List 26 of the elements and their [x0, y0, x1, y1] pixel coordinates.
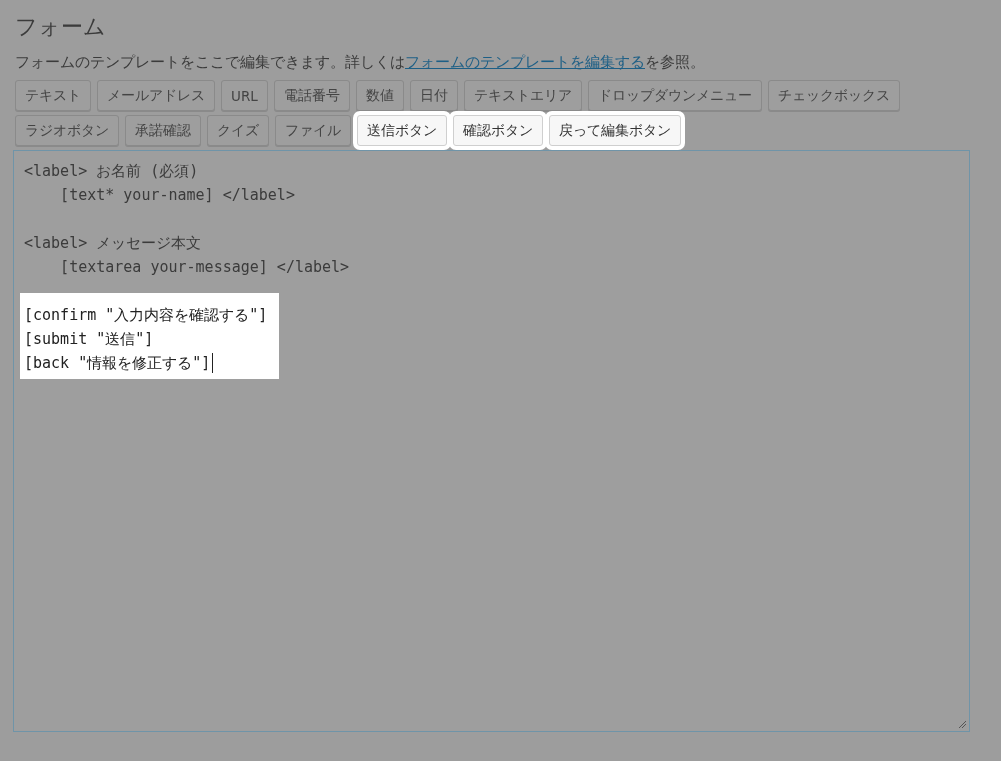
code-line: [back "情報を修正する"] [24, 353, 211, 374]
code-line: [textarea your-message] </label> [59, 257, 350, 278]
tag-button[interactable]: 数値 [355, 80, 404, 111]
code-line: [text* your-name] </label> [59, 185, 295, 206]
tag-button[interactable]: クイズ [207, 115, 269, 146]
tag-button[interactable]: ドロップダウンメニュー [587, 80, 762, 111]
code-line: <label> メッセージ本文 [24, 233, 202, 254]
form-template-editor[interactable]: <label> お名前 (必須) [text* your-name] </label> <label> メッセージ本文 [textarea your-message] </label> [confirm "入力内容を確認する"] [submit "送信"] [back "情報を修正する"] [13, 150, 970, 732]
help-link[interactable]: フォームのテンプレートを編集する [405, 54, 645, 70]
code-line: [confirm "入力内容を確認する"] [24, 305, 268, 326]
description-text: フォームのテンプレートをここで編集できます。詳しくはフォームのテンプレートを編集する を参照。 [15, 53, 706, 72]
resize-grip-icon[interactable] [958, 720, 967, 729]
tag-button[interactable]: URL [221, 80, 268, 111]
tag-button[interactable]: チェックボックス [767, 80, 900, 111]
tag-button[interactable]: ラジオボタン [15, 115, 119, 146]
tag-button[interactable]: テキスト [15, 80, 91, 111]
tag-button[interactable]: 承諾確認 [125, 115, 201, 146]
tag-button[interactable]: ファイル [275, 115, 351, 146]
text-cursor [212, 353, 214, 373]
tag-button[interactable]: メールアドレス [97, 80, 215, 111]
page-title: フォーム [15, 13, 107, 41]
code-line: <label> お名前 (必須) [24, 161, 199, 182]
code-line: [submit "送信"] [24, 329, 154, 350]
tag-button[interactable]: テキストエリア [463, 80, 582, 111]
tag-button[interactable]: 電話番号 [273, 80, 350, 111]
tag-button[interactable]: 日付 [409, 80, 458, 111]
